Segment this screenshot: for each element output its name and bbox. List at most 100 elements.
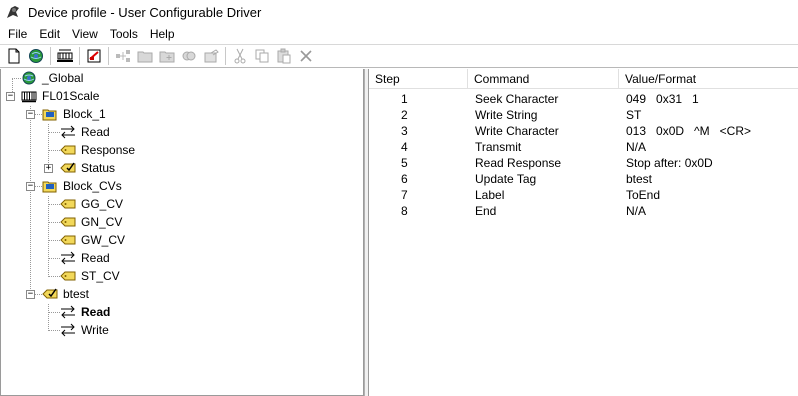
collapse-toggle[interactable]: − xyxy=(26,182,35,191)
tree-item-blockcvs-read[interactable]: Read xyxy=(60,249,111,267)
column-header-value[interactable]: Value/Format xyxy=(619,69,798,89)
tree-connector xyxy=(48,258,60,259)
tree-connector xyxy=(48,330,60,331)
cell-value: N/A xyxy=(626,140,647,154)
cell-command: Write Character xyxy=(475,124,559,138)
tag-icon xyxy=(178,46,200,66)
steps-list-pane[interactable]: Step Command Value/Format 1 Seek Charact… xyxy=(368,69,798,396)
cell-step: 4 xyxy=(401,140,408,154)
tree-item-btest-write[interactable]: Write xyxy=(60,321,110,339)
tree-item-device[interactable]: FL01Scale xyxy=(21,87,100,105)
tree-item-block1-status[interactable]: Status xyxy=(60,159,116,177)
cell-value: btest xyxy=(626,172,653,186)
menu-help[interactable]: Help xyxy=(144,27,181,41)
tree-item-label: GG_CV xyxy=(81,197,124,211)
tag-icon xyxy=(60,197,76,211)
menu-bar: File Edit View Tools Help xyxy=(0,24,798,43)
tree-item-blockcvs[interactable]: Block_CVs xyxy=(42,177,123,195)
column-header-command[interactable]: Command xyxy=(468,69,619,89)
tree-item-btest[interactable]: btest xyxy=(42,285,90,303)
expand-toggle[interactable]: + xyxy=(44,164,53,173)
new-document-icon[interactable] xyxy=(3,46,25,66)
tree-item-block1-read[interactable]: Read xyxy=(60,123,111,141)
cell-step: 8 xyxy=(401,204,408,218)
tree-item-st-cv[interactable]: ST_CV xyxy=(60,267,121,285)
tree-item-label: Write xyxy=(81,323,109,337)
tree-item-gn-cv[interactable]: GN_CV xyxy=(60,213,123,231)
menu-file[interactable]: File xyxy=(2,27,33,41)
cut-icon xyxy=(229,46,251,66)
toolbar-separator xyxy=(225,47,226,65)
menu-tools[interactable]: Tools xyxy=(104,27,144,41)
folder-open-icon xyxy=(42,107,58,121)
cell-command: Update Tag xyxy=(475,172,537,186)
properties-icon xyxy=(200,46,222,66)
table-row[interactable]: 2 Write String ST xyxy=(369,107,798,123)
tree-connector xyxy=(48,222,60,223)
tree-connector xyxy=(48,196,49,277)
tag-icon xyxy=(60,233,76,247)
device-icon xyxy=(21,89,37,103)
tag-check-icon xyxy=(42,287,58,301)
folder-open-icon xyxy=(42,179,58,193)
collapse-toggle[interactable]: − xyxy=(26,290,35,299)
tree-pane[interactable]: _Global − FL01Scale − Block_1 Read Respo… xyxy=(0,69,364,396)
device-icon[interactable] xyxy=(54,46,76,66)
table-row[interactable]: 1 Seek Character 049 0x31 1 xyxy=(369,91,798,107)
tree-connector xyxy=(48,304,49,331)
tree-item-gg-cv[interactable]: GG_CV xyxy=(60,195,124,213)
tree-item-label: Response xyxy=(81,143,136,157)
toolbar-separator xyxy=(79,47,80,65)
folder-icon xyxy=(134,46,156,66)
tree-item-gw-cv[interactable]: GW_CV xyxy=(60,231,126,249)
tree-item-global[interactable]: _Global xyxy=(21,69,84,87)
collapse-toggle[interactable]: − xyxy=(26,110,35,119)
menu-edit[interactable]: Edit xyxy=(33,27,66,41)
read-write-arrows-icon xyxy=(60,251,76,265)
tree-item-label: GW_CV xyxy=(81,233,126,247)
tree-item-btest-read[interactable]: Read xyxy=(60,303,111,321)
cell-step: 3 xyxy=(401,124,408,138)
table-row[interactable]: 3 Write Character 013 0x0D ^M <CR> xyxy=(369,123,798,139)
folder-add-icon xyxy=(156,46,178,66)
checklist-icon[interactable] xyxy=(83,46,105,66)
cell-value: 013 0x0D ^M <CR> xyxy=(626,124,752,138)
copy-icon xyxy=(251,46,273,66)
tree-item-label: Status xyxy=(81,161,116,175)
tree-item-label: FL01Scale xyxy=(42,89,100,103)
table-row[interactable]: 6 Update Tag btest xyxy=(369,171,798,187)
tree-connector xyxy=(48,276,60,277)
cell-step: 7 xyxy=(401,188,408,202)
app-icon xyxy=(4,3,22,21)
cell-command: End xyxy=(475,204,497,218)
tree-connector xyxy=(12,78,21,79)
globe-icon[interactable] xyxy=(25,46,47,66)
tree-item-block1[interactable]: Block_1 xyxy=(42,105,107,123)
cell-command: Label xyxy=(475,188,505,202)
globe-icon xyxy=(21,71,37,85)
cell-command: Seek Character xyxy=(475,92,559,106)
tag-icon xyxy=(60,143,76,157)
table-row[interactable]: 4 Transmit N/A xyxy=(369,139,798,155)
tree-item-label: Read xyxy=(81,251,110,265)
table-row[interactable]: 8 End N/A xyxy=(369,203,798,219)
tree-connector xyxy=(48,204,60,205)
cell-command: Write String xyxy=(475,108,538,122)
cell-step: 5 xyxy=(401,156,408,170)
cell-command: Transmit xyxy=(475,140,522,154)
tree-connector xyxy=(48,312,60,313)
table-row[interactable]: 5 Read Response Stop after: 0x0D xyxy=(369,155,798,171)
cell-value: ST xyxy=(626,108,642,122)
table-row[interactable]: 7 Label ToEnd xyxy=(369,187,798,203)
cell-value: ToEnd xyxy=(626,188,661,202)
menu-view[interactable]: View xyxy=(66,27,104,41)
column-header-step[interactable]: Step xyxy=(369,69,468,89)
cell-value: 049 0x31 1 xyxy=(626,92,699,106)
collapse-toggle[interactable]: − xyxy=(6,92,15,101)
tree-item-block1-response[interactable]: Response xyxy=(60,141,136,159)
read-write-arrows-icon xyxy=(60,305,76,319)
tree-item-label: ST_CV xyxy=(81,269,120,283)
list-header: Step Command Value/Format xyxy=(369,69,798,89)
tree-item-label: _Global xyxy=(42,71,84,85)
cell-value: Stop after: 0x0D xyxy=(626,156,713,170)
